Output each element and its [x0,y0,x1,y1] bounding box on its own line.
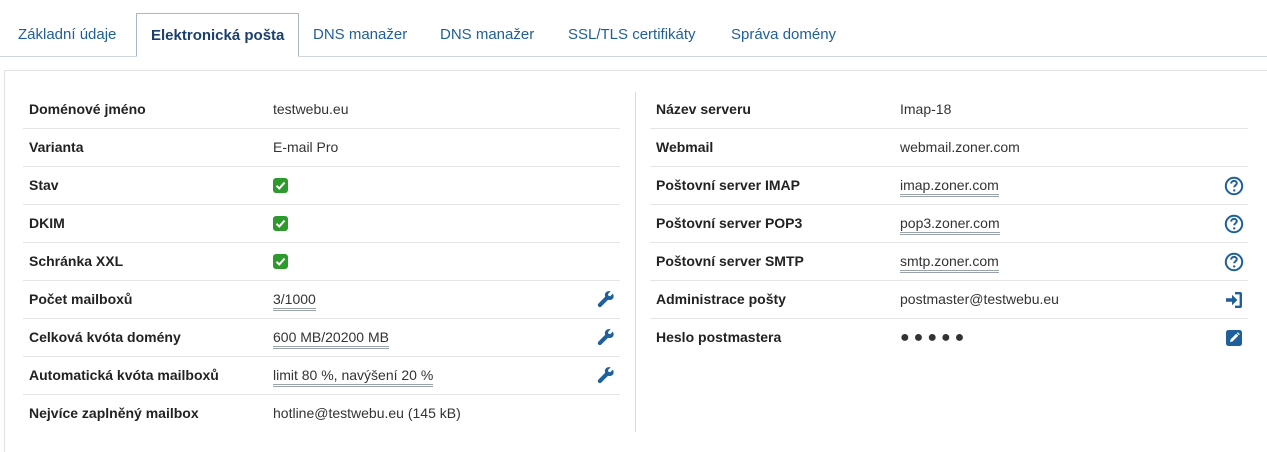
label-smtp: Poštovní server SMTP [656,253,804,269]
row-smtp: Poštovní server SMTP smtp.zoner.com [650,243,1248,281]
label-total-quota: Celková kvóta domény [29,329,181,345]
label-fullest-mailbox: Nejvíce zaplněný mailbox [29,405,199,421]
label-variant: Varianta [29,139,84,155]
value-mailbox-count: 3/1000 [273,291,316,311]
value-imap: imap.zoner.com [900,177,999,197]
smtp-wrap: smtp.zoner.com [900,243,999,280]
label-postmaster-password: Heslo postmastera [656,329,782,345]
value-total-quota: 600 MB/20200 MB [273,329,389,349]
tab-dns-manager-1[interactable]: DNS manažer [299,13,421,56]
value-server-name: Imap-18 [900,101,952,117]
row-fullest-mailbox: Nejvíce zaplněný mailbox hotline@testweb… [23,395,620,433]
value-postmaster-password: ●●●●● [900,329,969,346]
pop3-wrap: pop3.zoner.com [900,205,1000,242]
tab-ssl-certificates[interactable]: SSL/TLS certifikáty [554,13,710,56]
wrench-icon[interactable] [596,290,616,310]
label-server-name: Název serveru [656,101,751,117]
label-status: Stav [29,177,59,193]
server-info-table: Název serveru Imap-18 Webmail webmail.zo… [650,91,1248,357]
value-domain-name: testwebu.eu [273,101,349,117]
value-webmail: webmail.zoner.com [900,139,1020,155]
mailbox-count-wrap: 3/1000 [273,281,316,318]
edit-icon[interactable] [1224,328,1244,348]
row-imap: Poštovní server IMAP imap.zoner.com [650,167,1248,205]
dkim-value [273,205,288,245]
row-domain-name: Doménové jméno testwebu.eu [23,91,620,129]
help-icon[interactable] [1224,176,1244,196]
row-server-name: Název serveru Imap-18 [650,91,1248,129]
row-pop3: Poštovní server POP3 pop3.zoner.com [650,205,1248,243]
row-status: Stav [23,167,620,205]
label-pop3: Poštovní server POP3 [656,215,803,231]
check-icon [273,254,288,269]
value-fullest-mailbox: hotline@testwebu.eu (145 kB) [273,405,461,421]
imap-wrap: imap.zoner.com [900,167,999,204]
help-icon[interactable] [1224,214,1244,234]
row-mail-admin: Administrace pošty postmaster@testwebu.e… [650,281,1248,319]
label-domain-name: Doménové jméno [29,101,146,117]
value-mail-admin: postmaster@testwebu.eu [900,291,1059,307]
help-icon[interactable] [1224,252,1244,272]
label-imap: Poštovní server IMAP [656,177,800,193]
status-value [273,167,288,207]
check-icon [273,216,288,231]
column-divider [635,92,636,432]
tab-email[interactable]: Elektronická pošta [136,13,300,57]
label-auto-quota: Automatická kvóta mailboxů [29,367,219,383]
row-xxl-mailbox: Schránka XXL [23,243,620,281]
label-dkim: DKIM [29,215,65,231]
tab-dns-manager-2[interactable]: DNS manažer [426,13,548,56]
wrench-icon[interactable] [596,366,616,386]
label-mail-admin: Administrace pošty [656,291,786,307]
tab-bar: Základní údaje Elektronická pošta DNS ma… [0,0,1267,57]
auto-quota-wrap: limit 80 %, navýšení 20 % [273,357,434,394]
row-total-quota: Celková kvóta domény 600 MB/20200 MB [23,319,620,357]
value-variant: E-mail Pro [273,139,339,155]
check-icon [273,178,288,193]
wrench-icon[interactable] [596,328,616,348]
label-mailbox-count: Počet mailboxů [29,291,133,307]
row-dkim: DKIM [23,205,620,243]
row-variant: Varianta E-mail Pro [23,129,620,167]
tab-basic-info[interactable]: Základní údaje [4,13,130,56]
row-auto-quota: Automatická kvóta mailboxů limit 80 %, n… [23,357,620,395]
row-postmaster-password: Heslo postmastera ●●●●● [650,319,1248,357]
value-pop3: pop3.zoner.com [900,215,1000,235]
label-xxl-mailbox: Schránka XXL [29,253,124,269]
row-mailbox-count: Počet mailboxů 3/1000 [23,281,620,319]
label-webmail: Webmail [656,139,714,155]
value-auto-quota: limit 80 %, navýšení 20 % [273,367,434,387]
tab-domain-management[interactable]: Správa domény [717,13,850,56]
total-quota-wrap: 600 MB/20200 MB [273,319,389,356]
row-webmail: Webmail webmail.zoner.com [650,129,1248,167]
xxl-value [273,243,288,283]
value-smtp: smtp.zoner.com [900,253,999,273]
login-icon[interactable] [1224,290,1244,310]
domain-info-table: Doménové jméno testwebu.eu Varianta E-ma… [23,91,620,433]
